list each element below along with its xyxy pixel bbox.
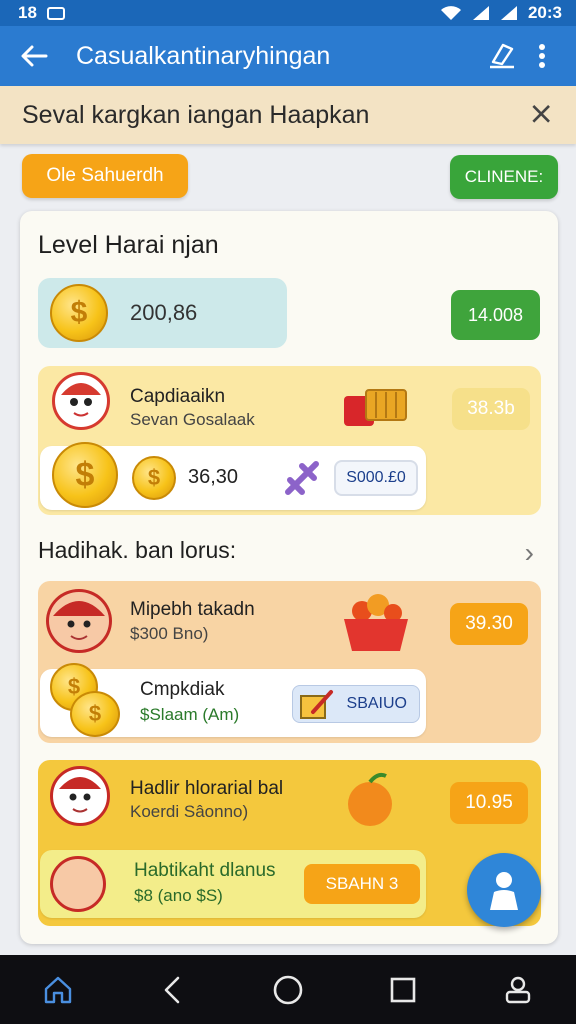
section-title-level: Level Harai njan [38, 231, 219, 259]
inner-name: Habtikaht dlanus [134, 860, 276, 881]
coin-large-icon: $ [52, 442, 118, 508]
row-subtitle: Koerdi Sâonno) [130, 802, 249, 821]
status-time: 20:3 [527, 3, 562, 22]
balance-action-button[interactable]: 14.008 [451, 290, 540, 340]
more-vert-icon[interactable] [522, 36, 562, 76]
coin-stack-icon-2: $ [70, 691, 120, 737]
magic-wand-icon [285, 461, 319, 495]
back-arrow-icon[interactable] [14, 36, 54, 76]
inner-chip[interactable]: SBAIUO [292, 685, 420, 723]
row-inner-panel: $ $ 36,30 S000.£0 [40, 442, 426, 510]
main-card: Level Harai njan $ 200,86 14.008 Capdiaa… [20, 211, 558, 944]
row-price-badge[interactable]: 39.30 [450, 603, 528, 645]
row-name: Mipebh takadn [130, 599, 255, 620]
list-item[interactable]: Capdiaaikn Sevan Gosalaak 38.3b $ $ 36,3… [38, 366, 541, 515]
row-inner-panel: $ $ Cmpkdiak $Slaam (Am) SBAIUO [40, 663, 426, 737]
app-title: Casualkantinaryhingan [76, 41, 331, 70]
home-icon[interactable] [30, 962, 86, 1018]
nav-recents-icon[interactable] [375, 962, 431, 1018]
inner-chip[interactable]: S000.£0 [334, 460, 418, 496]
row-name: Hadlir hlorarial bal [130, 778, 284, 799]
subheader-title: Seval kargkan iangan Haapkan [22, 100, 370, 129]
close-icon[interactable]: ⨉ [532, 102, 550, 128]
inner-chip[interactable]: SBAHN 3 [304, 864, 420, 904]
nav-home-circle-icon[interactable] [260, 962, 316, 1018]
profile-nav-icon[interactable] [490, 962, 546, 1018]
message-icon [46, 6, 65, 20]
coin-icon: $ [50, 284, 108, 342]
section-title-bonus: Hadihak. ban lorus: [38, 537, 237, 563]
signal-icon [472, 6, 489, 20]
row-inner-panel: Habtikaht dlanus $8 (ano $S) SBAHN 3 [40, 850, 426, 918]
inner-chip-label: SBAIUO [346, 695, 407, 712]
nav-back-icon[interactable] [145, 962, 201, 1018]
clinene-button[interactable]: CLINENE: [450, 155, 558, 199]
character-avatar-small [50, 856, 106, 912]
list-item[interactable]: Mipebh takadn $300 Bno) 39.30 $ $ Cmpkdi… [38, 581, 541, 743]
row-subtitle: Sevan Gosalaak [130, 410, 255, 429]
list-item[interactable]: Hadlir hlorarial bal Koerdi Sâonno) 10.9… [38, 760, 541, 926]
fruit-basket-icon [344, 594, 408, 651]
pencil-icon [300, 690, 333, 719]
coin-icon-small: $ [132, 456, 176, 500]
filter-button[interactable]: Ole Sahuerdh [22, 154, 188, 198]
status-bar: 18 20:3 [0, 0, 576, 26]
support-fab[interactable] [467, 853, 541, 927]
character-avatar [50, 766, 110, 826]
wifi-icon [440, 6, 461, 20]
row-price-badge[interactable]: 38.3b [452, 388, 530, 430]
subheader: Seval kargkan iangan Haapkan ⨉ [0, 86, 576, 144]
balance-row: $ 200,86 [38, 278, 287, 348]
system-nav-bar [0, 955, 576, 1024]
inner-subtitle: $Slaam (Am) [140, 705, 240, 724]
app-bar: Casualkantinaryhingan [0, 26, 576, 86]
character-avatar [52, 372, 110, 430]
person-icon [490, 872, 518, 910]
edit-icon[interactable] [482, 36, 522, 76]
treasure-chest-icon [344, 389, 407, 426]
row-price-badge[interactable]: 10.95 [450, 782, 528, 824]
row-subtitle: $300 Bno) [130, 624, 209, 643]
status-notification-count: 18 [18, 3, 37, 22]
inner-subtitle: $8 (ano $S) [134, 886, 223, 905]
chevron-right-icon[interactable]: › [525, 537, 534, 569]
signal-icon-2 [500, 6, 517, 20]
orange-fruit-icon [348, 772, 392, 826]
inner-value: 36,30 [188, 466, 239, 488]
balance-value: 200,86 [130, 300, 198, 325]
row-name: Capdiaaikn [130, 386, 226, 407]
inner-name: Cmpkdiak [140, 679, 225, 700]
character-avatar [46, 589, 112, 653]
